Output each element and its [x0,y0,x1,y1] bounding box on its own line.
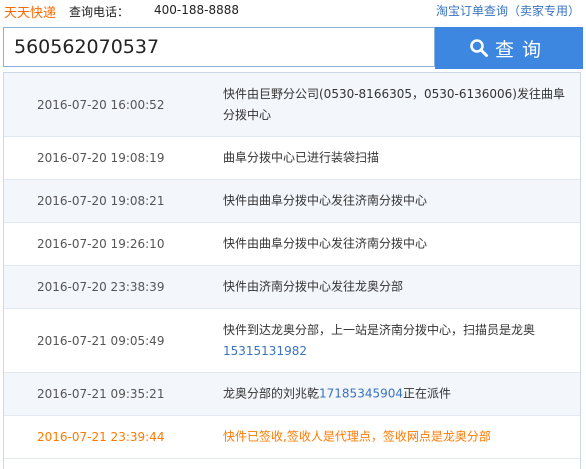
tracking-time: 2016-07-20 19:08:19 [37,151,165,165]
tracking-message-text: 曲阜分拨中心已进行装袋扫描 [223,150,380,165]
tracking-results: 2016-07-20 16:00:52 快件由巨野分公司(0530-816630… [3,72,581,469]
tracking-row-latest: 2016-07-21 23:39:44 快件已签收,签收人是代理点，签收网点是龙… [4,416,580,459]
scanner-phone-link[interactable]: 15315131982 [223,344,307,358]
top-bar: 天天快递 查询电话： 400-188-8888 淘宝订单查询（卖家专用） [0,0,586,24]
tracking-message: 快件由曲阜分拨中心发往济南分拨中心 [223,191,573,212]
tracking-time: 2016-07-20 19:26:10 [37,237,165,251]
tracking-message-text: 快件已签收,签收人是代理点，签收网点是龙奥分部 [223,429,491,444]
brand-name: 天天快递 [4,6,57,21]
tracking-message: 龙奥分部的刘兆乾17185345904正在派件 [223,384,573,405]
tracking-message-text: 快件由济南分拨中心发往龙奥分部 [223,279,404,294]
phone-label: 查询电话： [69,5,130,19]
tracking-time: 2016-07-20 19:08:21 [37,194,165,208]
tracking-message: 曲阜分拨中心已进行装袋扫描 [223,148,573,169]
tracking-message-text: 快件由巨野分公司(0530-8166305，0530-6136006)发往曲阜分… [223,86,565,122]
tracking-row: 2016-07-21 09:35:21 龙奥分部的刘兆乾17185345904正… [4,373,580,416]
tracking-time: 2016-07-21 09:05:49 [37,333,165,348]
tracking-message: 快件由济南分拨中心发往龙奥分部 [223,277,573,298]
tracking-message: 快件到达龙奥分部，上一站是济南分拨中心，扫描员是龙奥 15315131982 [223,320,573,362]
tracking-row: 2016-07-20 19:08:19 曲阜分拨中心已进行装袋扫描 [4,137,580,180]
tracking-row: 2016-07-20 23:38:39 快件由济南分拨中心发往龙奥分部 [4,266,580,309]
tracking-row: 2016-07-20 16:00:52 快件由巨野分公司(0530-816630… [4,73,580,137]
tracking-message: 快件已签收,签收人是代理点，签收网点是龙奥分部 [223,427,573,448]
tracking-message: 快件由巨野分公司(0530-8166305，0530-6136006)发往曲阜分… [223,84,573,126]
tracking-number-input[interactable] [3,27,435,67]
tracking-message-suffix: 正在派件 [403,386,452,401]
tracking-time: 2016-07-20 23:38:39 [37,280,165,294]
tracking-message-text: 快件由曲阜分拨中心发往济南分拨中心 [223,236,428,251]
taobao-order-query-link[interactable]: 淘宝订单查询（卖家专用） [436,2,580,19]
tracking-row: 2016-07-20 19:26:10 快件由曲阜分拨中心发往济南分拨中心 [4,223,580,266]
search-icon [469,38,489,58]
tracking-time: 2016-07-21 23:39:44 [37,430,165,444]
phone-number: 400-188-8888 [154,3,240,17]
tracking-message-text: 龙奥分部的刘兆乾 [223,386,320,401]
search-bar: 查询 [3,27,583,69]
tracking-row: 2016-07-20 19:08:21 快件由曲阜分拨中心发往济南分拨中心 [4,180,580,223]
tracking-time: 2016-07-20 16:00:52 [37,97,165,112]
tracking-message-text: 快件由曲阜分拨中心发往济南分拨中心 [223,193,428,208]
tracking-time: 2016-07-21 09:35:21 [37,387,165,401]
query-button-label: 查询 [494,38,549,61]
courier-phone-link[interactable]: 17185345904 [319,387,403,401]
tracking-row: 2016-07-21 09:05:49 快件到达龙奥分部，上一站是济南分拨中心，… [4,309,580,373]
tracking-message-text: 快件到达龙奥分部，上一站是济南分拨中心，扫描员是龙奥 [223,322,536,337]
query-button[interactable]: 查询 [435,27,583,69]
tracking-message: 快件由曲阜分拨中心发往济南分拨中心 [223,234,573,255]
